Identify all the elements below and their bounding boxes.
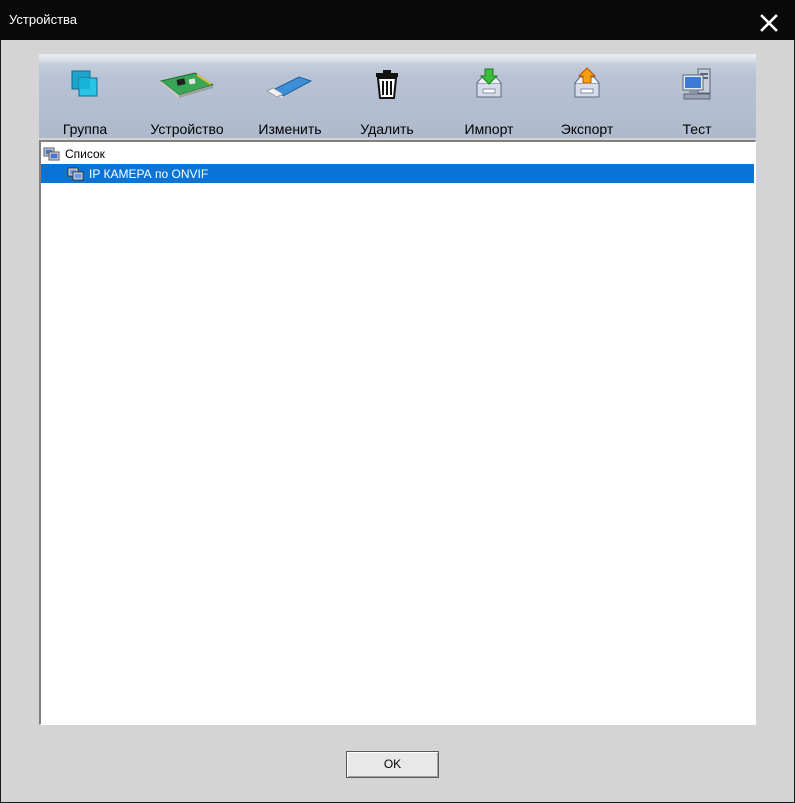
trash-icon (376, 70, 398, 99)
close-icon (756, 10, 782, 36)
tree-item-label: IP КАМЕРА по ONVIF (89, 166, 209, 181)
group-icon (71, 70, 98, 97)
tree-item-ip-camera[interactable]: IP КАМЕРА по ONVIF (41, 164, 754, 183)
close-button[interactable] (756, 10, 782, 36)
test-computer-icon (682, 68, 711, 100)
dialog-client-area: Группа Устройство Изменить Удалить Импор… (1, 40, 794, 802)
test-button[interactable]: Тест (659, 65, 735, 137)
title-bar[interactable]: Устройства (0, 0, 795, 40)
export-icon (574, 67, 600, 98)
edit-button[interactable]: Изменить (249, 65, 331, 137)
export-button[interactable]: Экспорт (547, 65, 627, 137)
import-button[interactable]: Импорт (451, 65, 527, 137)
device-tree[interactable]: Список IP КАМЕРА по ONVIF (39, 140, 756, 725)
group-button[interactable]: Группа (47, 65, 123, 137)
edit-icon (266, 76, 313, 98)
tree-root-item[interactable]: Список (43, 146, 105, 162)
tree-group-icon (43, 147, 60, 161)
tree-root-label: Список (65, 147, 105, 161)
device-card-icon (159, 72, 215, 98)
delete-button[interactable]: Удалить (349, 65, 425, 137)
ok-button[interactable]: OK (346, 751, 439, 778)
device-button[interactable]: Устройство (137, 65, 237, 137)
window-title: Устройства (9, 12, 78, 27)
devices-dialog: Устройства Группа Устройство Изменить Уд… (0, 0, 795, 803)
toolbar: Группа Устройство Изменить Удалить Импор… (39, 54, 756, 138)
tree-device-icon (67, 167, 84, 180)
import-icon (476, 68, 502, 98)
